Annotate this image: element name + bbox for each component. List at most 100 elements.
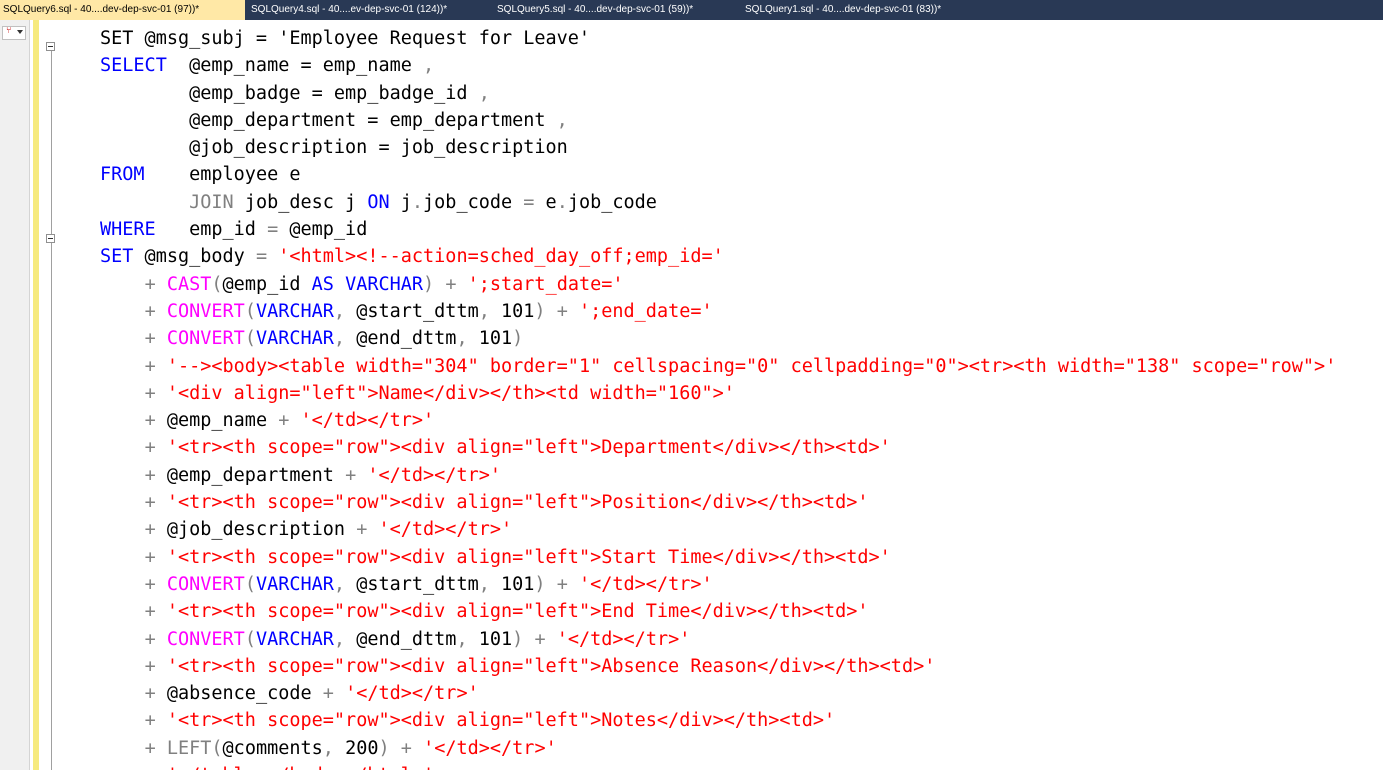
sql-identifier bbox=[100, 192, 189, 213]
code-line[interactable]: SET @msg_subj = 'Employee Request for Le… bbox=[100, 25, 1336, 52]
code-line[interactable]: WHERE emp_id = @emp_id bbox=[100, 216, 1336, 243]
sql-operator: LEFT bbox=[166, 737, 212, 759]
code-line[interactable]: + '<tr><th scope="row"><div align="left"… bbox=[100, 653, 1336, 680]
sql-identifier bbox=[289, 410, 300, 431]
collapse-minus-icon[interactable] bbox=[46, 42, 55, 51]
sql-string-literal: '</td></tr>' bbox=[556, 628, 691, 650]
sql-identifier bbox=[100, 656, 145, 677]
code-line[interactable]: + CAST(@emp_id AS VARCHAR) + ';start_dat… bbox=[100, 271, 1336, 298]
sql-identifier bbox=[100, 410, 145, 431]
sql-keyword: VARCHAR bbox=[255, 573, 334, 595]
sql-identifier: @end_dttm bbox=[345, 628, 457, 650]
sql-operator: , bbox=[556, 109, 568, 131]
sql-function: CAST bbox=[166, 273, 212, 295]
sql-editor[interactable]: SET @msg_subj = 'Employee Request for Le… bbox=[0, 20, 1383, 770]
code-line[interactable]: JOIN job_desc j ON j.job_code = e.job_co… bbox=[100, 189, 1336, 216]
sql-identifier bbox=[100, 383, 145, 404]
code-line[interactable]: @emp_badge = emp_badge_id , bbox=[100, 80, 1336, 107]
sql-identifier: @emp_department = emp_department bbox=[100, 109, 557, 131]
code-text[interactable]: SET @msg_subj = 'Employee Request for Le… bbox=[100, 25, 1336, 770]
sql-operator: + bbox=[144, 437, 156, 459]
sql-identifier: @emp_badge = emp_badge_id bbox=[100, 82, 479, 104]
code-line[interactable]: + @emp_name + '</td></tr>' bbox=[100, 407, 1336, 434]
sql-identifier bbox=[100, 274, 145, 295]
code-line[interactable]: @job_description = job_description bbox=[100, 134, 1336, 161]
code-line[interactable]: + '</table></body></html>' bbox=[100, 762, 1336, 770]
code-line[interactable]: + CONVERT(VARCHAR, @start_dttm, 101) + '… bbox=[100, 298, 1336, 325]
sql-identifier bbox=[156, 710, 167, 731]
sql-operator: = bbox=[267, 219, 279, 241]
code-line[interactable]: + @absence_code + '</td></tr>' bbox=[100, 680, 1336, 707]
sql-identifier: 101 bbox=[489, 300, 535, 322]
code-line[interactable]: + CONVERT(VARCHAR, @end_dttm, 101) bbox=[100, 325, 1336, 352]
code-line[interactable]: + '<tr><th scope="row"><div align="left"… bbox=[100, 598, 1336, 625]
sql-string-literal: '<tr><th scope="row"><div align="left">N… bbox=[166, 710, 836, 732]
sql-operator: + bbox=[144, 328, 156, 350]
sql-identifier bbox=[100, 301, 145, 322]
sql-identifier bbox=[156, 437, 167, 458]
navigation-dropdown-icon[interactable]: ⑂ bbox=[2, 26, 26, 40]
sql-identifier bbox=[334, 274, 345, 295]
sql-operator: = bbox=[255, 246, 268, 268]
sql-operator: ) bbox=[534, 573, 546, 595]
sql-identifier bbox=[568, 301, 579, 322]
sql-string-literal: '<html><!--action=sched_day_off;emp_id=' bbox=[278, 246, 724, 268]
collapse-minus-icon[interactable] bbox=[46, 234, 55, 243]
tab-sqlquery5[interactable]: SQLQuery5.sql - 40....dev-dep-svc-01 (59… bbox=[494, 0, 739, 20]
sql-identifier: @end_dttm bbox=[345, 328, 457, 350]
sql-operator: + bbox=[144, 273, 156, 295]
sql-operator: + bbox=[144, 628, 156, 650]
code-line[interactable]: + @emp_department + '</td></tr>' bbox=[100, 462, 1336, 489]
sql-string-literal: '</td></tr>' bbox=[578, 573, 713, 595]
code-line[interactable]: + CONVERT(VARCHAR, @start_dttm, 101) + '… bbox=[100, 571, 1336, 598]
sql-identifier bbox=[100, 710, 145, 731]
tab-sqlquery4[interactable]: SQLQuery4.sql - 40....ev-dep-svc-01 (124… bbox=[248, 0, 493, 20]
sql-operator: , bbox=[456, 328, 468, 350]
code-line[interactable]: FROM employee e bbox=[100, 161, 1336, 188]
sql-identifier bbox=[546, 629, 557, 650]
sql-identifier bbox=[156, 601, 167, 622]
sql-operator: ( bbox=[211, 737, 223, 759]
sql-identifier: job_code bbox=[423, 191, 524, 213]
sql-string-literal: '<tr><th scope="row"><div align="left">D… bbox=[166, 437, 891, 459]
code-line[interactable]: + CONVERT(VARCHAR, @end_dttm, 101) + '</… bbox=[100, 626, 1336, 653]
sql-operator: , bbox=[333, 628, 346, 650]
sql-identifier bbox=[546, 301, 557, 322]
code-line[interactable]: + @job_description + '</td></tr>' bbox=[100, 516, 1336, 543]
code-line[interactable]: + '<tr><th scope="row"><div align="left"… bbox=[100, 544, 1336, 571]
code-line[interactable]: + '<tr><th scope="row"><div align="left"… bbox=[100, 707, 1336, 734]
sql-identifier bbox=[412, 738, 423, 759]
sql-identifier bbox=[156, 765, 167, 770]
code-line[interactable]: + '<tr><th scope="row"><div align="left"… bbox=[100, 434, 1336, 461]
sql-identifier bbox=[156, 656, 167, 677]
code-line[interactable]: + LEFT(@comments, 200) + '</td></tr>' bbox=[100, 735, 1336, 762]
sql-operator: + bbox=[278, 410, 290, 432]
tab-sqlquery1[interactable]: SQLQuery1.sql - 40....dev-dep-svc-01 (83… bbox=[742, 0, 987, 20]
sql-string-literal: '</td></tr>' bbox=[423, 737, 557, 759]
sql-string-literal: ';end_date=' bbox=[578, 300, 713, 322]
sql-operator: ( bbox=[244, 573, 256, 595]
sql-identifier: job_code bbox=[567, 191, 657, 213]
sql-operator: . bbox=[556, 191, 568, 213]
sql-identifier bbox=[367, 519, 378, 540]
code-line[interactable]: + '<tr><th scope="row"><div align="left"… bbox=[100, 489, 1336, 516]
code-line[interactable]: + '<div align="left">Name</div></th><td … bbox=[100, 380, 1336, 407]
sql-identifier bbox=[156, 328, 167, 349]
code-line[interactable]: + '--><body><table width="304" border="1… bbox=[100, 353, 1337, 380]
tab-sqlquery6[interactable]: SQLQuery6.sql - 40....dev-dep-svc-01 (97… bbox=[0, 0, 245, 20]
sql-operator: , bbox=[478, 300, 490, 322]
sql-operator: + bbox=[144, 737, 156, 759]
sql-string-literal: ';start_date=' bbox=[467, 273, 624, 295]
sql-keyword: SET bbox=[100, 246, 134, 268]
sql-keyword: AS bbox=[311, 273, 334, 295]
sql-operator: = bbox=[523, 191, 535, 213]
code-line[interactable]: SELECT @emp_name = emp_name , bbox=[100, 52, 1336, 79]
code-line[interactable]: @emp_department = emp_department , bbox=[100, 107, 1336, 134]
sql-identifier: employee e bbox=[144, 164, 301, 186]
sql-operator: + bbox=[144, 464, 156, 486]
sql-operator: + bbox=[144, 410, 156, 432]
sql-identifier bbox=[568, 574, 579, 595]
sql-operator: ) bbox=[378, 737, 390, 759]
sql-operator: + bbox=[534, 628, 546, 650]
code-line[interactable]: SET @msg_body = '<html><!--action=sched_… bbox=[100, 243, 1336, 270]
